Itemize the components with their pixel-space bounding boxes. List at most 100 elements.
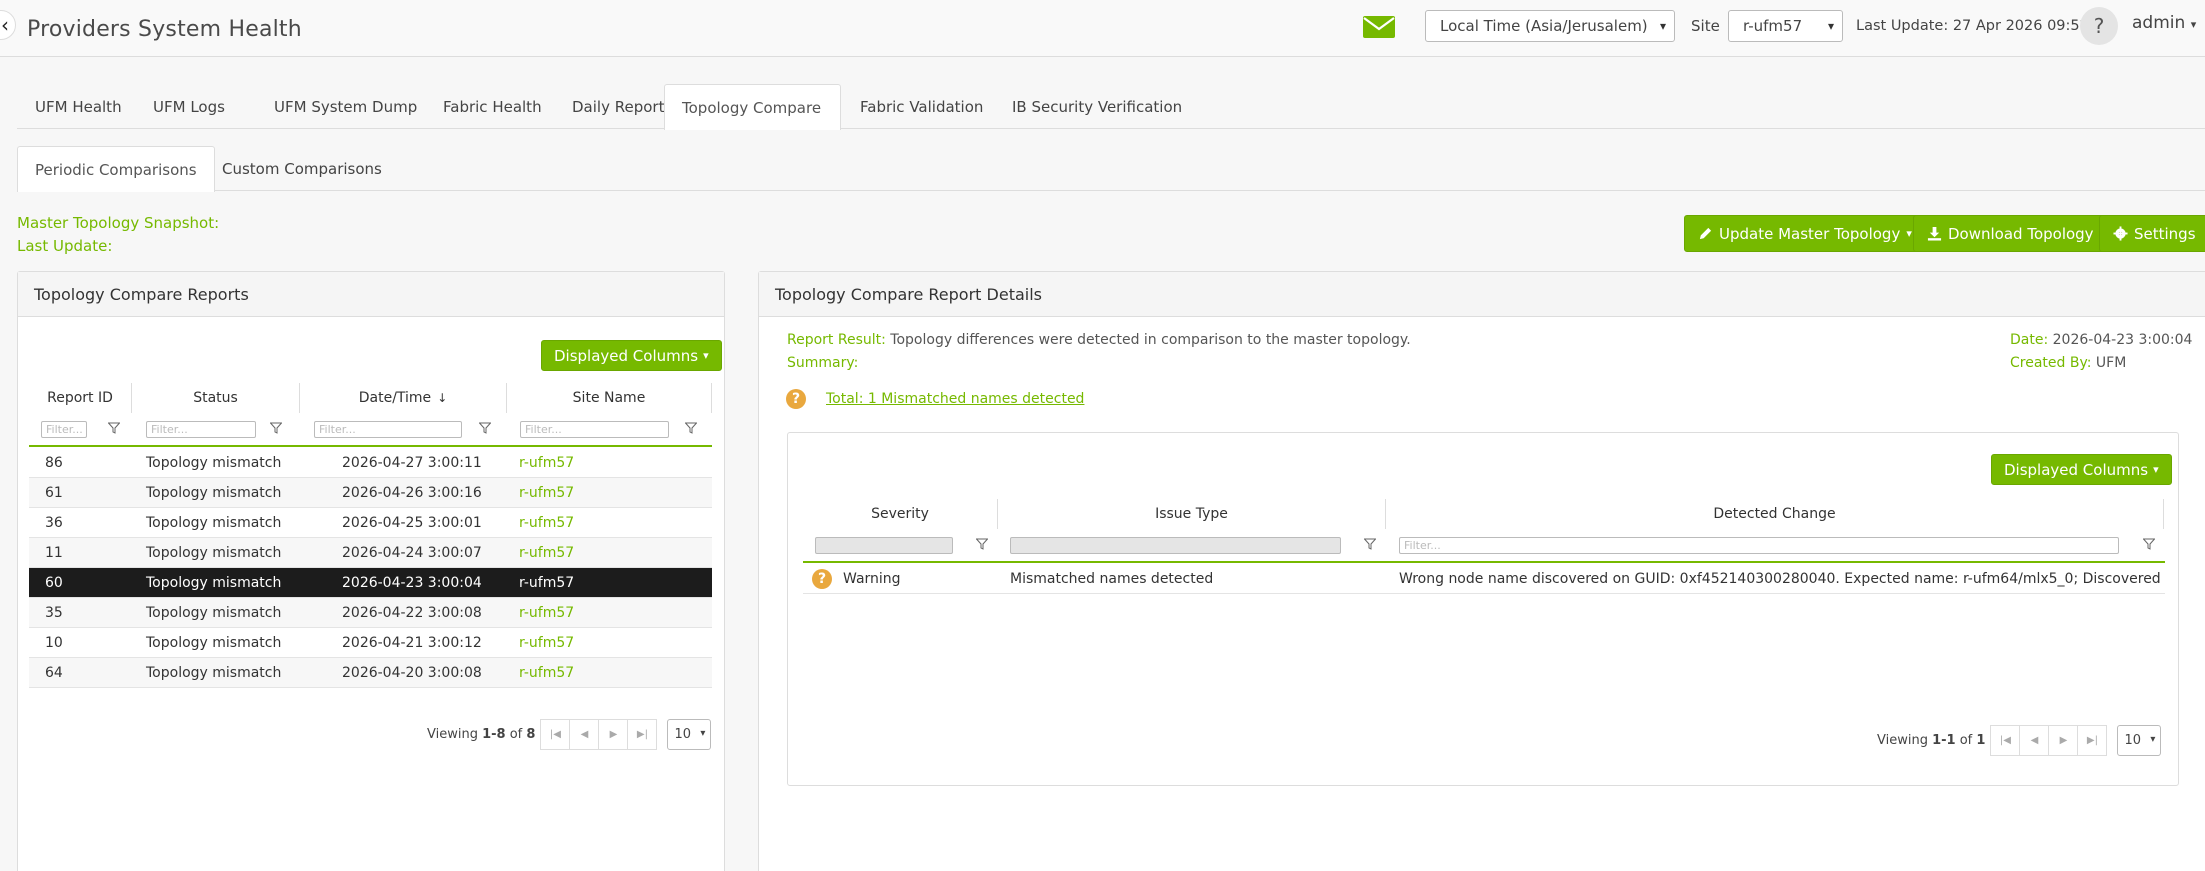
cell-date-time: 2026-04-25 3:00:01 xyxy=(342,515,482,531)
filter-input-report-id[interactable]: Filter... xyxy=(41,421,87,438)
settings-label: Settings xyxy=(2134,224,2196,243)
displayed-columns-label: Displayed Columns xyxy=(554,346,699,365)
sub-tabs: Periodic Comparisons Custom Comparisons xyxy=(17,146,2205,192)
filter-input-severity[interactable] xyxy=(815,537,953,554)
table-row[interactable]: 35 Topology mismatch 2026-04-22 3:00:08 … xyxy=(29,598,712,628)
table-row[interactable]: 11 Topology mismatch 2026-04-24 3:00:07 … xyxy=(29,538,712,568)
report-result-text: Topology differences were detected in co… xyxy=(890,332,1411,348)
page-size-select[interactable]: 10 ▾ xyxy=(2117,725,2162,756)
reports-panel: Topology Compare Reports Displayed Colum… xyxy=(17,271,725,871)
filter-icon[interactable] xyxy=(479,422,491,434)
cell-status: Topology mismatch xyxy=(146,575,282,591)
prev-page-icon[interactable]: ◀ xyxy=(2019,725,2050,756)
gear-icon xyxy=(2113,226,2128,241)
issues-grid-header: Severity Issue Type Detected Change xyxy=(803,499,2165,529)
tab-ufm-system-dump[interactable]: UFM System Dump xyxy=(256,84,435,129)
site-value: r-ufm57 xyxy=(1743,17,1803,35)
tab-ufm-health[interactable]: UFM Health xyxy=(17,84,140,129)
timezone-select[interactable]: Local Time (Asia/Jerusalem) ▾ xyxy=(1425,10,1675,42)
table-row-selected[interactable]: 60 Topology mismatch 2026-04-23 3:00:04 … xyxy=(29,568,712,598)
cell-site-name[interactable]: r-ufm57 xyxy=(519,658,574,688)
filter-icon[interactable] xyxy=(2143,538,2155,550)
column-header-date-time[interactable]: Date/Time ↓ xyxy=(300,383,507,413)
reports-pager: Viewing 1-8 of 8 |◀ ◀ ▶ ▶| 10 ▾ xyxy=(427,719,712,750)
cell-date-time: 2026-04-23 3:00:04 xyxy=(342,575,482,591)
column-header-status[interactable]: Status xyxy=(132,383,300,413)
column-header-issue-type[interactable]: Issue Type xyxy=(998,499,1386,529)
first-page-icon[interactable]: |◀ xyxy=(1990,725,2021,756)
site-select[interactable]: r-ufm57 ▾ xyxy=(1728,10,1843,42)
cell-site-name[interactable]: r-ufm57 xyxy=(519,598,574,628)
column-header-detected-change[interactable]: Detected Change xyxy=(1386,499,2164,529)
table-row[interactable]: 64 Topology mismatch 2026-04-20 3:00:08 … xyxy=(29,658,712,688)
summary-label: Summary: xyxy=(787,355,859,371)
filter-input-site-name[interactable]: Filter... xyxy=(520,421,669,438)
cell-site-name[interactable]: r-ufm57 xyxy=(519,628,574,658)
cell-date-time: 2026-04-24 3:00:07 xyxy=(342,545,482,561)
column-header-site-name[interactable]: Site Name xyxy=(507,383,712,413)
report-result-label: Report Result: xyxy=(787,332,886,348)
cell-site-name[interactable]: r-ufm57 xyxy=(519,538,574,568)
cell-site-name[interactable]: r-ufm57 xyxy=(519,448,574,478)
table-row[interactable]: 61 Topology mismatch 2026-04-26 3:00:16 … xyxy=(29,478,712,508)
tab-custom-comparisons[interactable]: Custom Comparisons xyxy=(204,146,400,191)
report-details-panel-title: Topology Compare Report Details xyxy=(759,272,2205,317)
help-button[interactable]: ? xyxy=(2080,7,2118,45)
page-size-select[interactable]: 10 ▾ xyxy=(667,719,712,750)
chevron-down-icon: ▾ xyxy=(703,349,709,362)
cell-date-time: 2026-04-22 3:00:08 xyxy=(342,605,482,621)
next-page-icon[interactable]: ▶ xyxy=(598,719,629,750)
cell-site-name[interactable]: r-ufm57 xyxy=(519,478,574,508)
download-label: Download Topology xyxy=(1948,224,2094,243)
settings-button[interactable]: Settings xyxy=(2099,215,2205,252)
filter-icon[interactable] xyxy=(976,538,988,550)
cell-date-time: 2026-04-20 3:00:08 xyxy=(342,665,482,681)
pager-viewing-text: Viewing 1-8 of 8 xyxy=(427,727,536,742)
update-master-label: Update Master Topology xyxy=(1719,224,1901,243)
filter-icon[interactable] xyxy=(685,422,697,434)
chevron-down-icon: ▾ xyxy=(1906,227,1912,240)
last-page-icon[interactable]: ▶| xyxy=(627,719,658,750)
cell-site-name[interactable]: r-ufm57 xyxy=(519,568,574,598)
mail-icon[interactable] xyxy=(1363,16,1395,38)
back-button[interactable]: ‹ xyxy=(0,10,16,40)
update-master-topology-button[interactable]: Update Master Topology ▾ xyxy=(1684,215,1926,252)
tab-ib-security-verification[interactable]: IB Security Verification xyxy=(994,84,1200,129)
filter-input-detected-change[interactable]: Filter... xyxy=(1399,537,2119,554)
user-name: admin xyxy=(2132,13,2186,33)
column-header-report-id[interactable]: Report ID xyxy=(29,383,132,413)
next-page-icon[interactable]: ▶ xyxy=(2048,725,2079,756)
tab-topology-compare[interactable]: Topology Compare xyxy=(664,84,841,130)
displayed-columns-button[interactable]: Displayed Columns ▾ xyxy=(1991,454,2172,485)
column-header-severity[interactable]: Severity xyxy=(803,499,998,529)
tab-fabric-health[interactable]: Fabric Health xyxy=(425,84,560,129)
filter-icon[interactable] xyxy=(108,422,120,434)
cell-date-time: 2026-04-21 3:00:12 xyxy=(342,635,482,651)
table-row[interactable]: 86 Topology mismatch 2026-04-27 3:00:11 … xyxy=(29,448,712,478)
last-page-icon[interactable]: ▶| xyxy=(2077,725,2108,756)
filter-icon[interactable] xyxy=(270,422,282,434)
filter-input-issue-type[interactable] xyxy=(1010,537,1341,554)
created-by-label: Created By: xyxy=(2010,355,2092,371)
prev-page-icon[interactable]: ◀ xyxy=(569,719,600,750)
download-topology-button[interactable]: Download Topology xyxy=(1913,215,2108,252)
user-menu[interactable]: admin ▾ xyxy=(2132,13,2196,33)
cell-issue-type: Mismatched names detected xyxy=(1010,571,1214,587)
chevron-down-icon: ▾ xyxy=(1827,19,1834,33)
cell-report-id: 60 xyxy=(45,575,63,591)
displayed-columns-button[interactable]: Displayed Columns ▾ xyxy=(541,340,722,371)
table-row[interactable]: ? Warning Mismatched names detected Wron… xyxy=(803,564,2165,594)
cell-detected-change: Wrong node name discovered on GUID: 0xf4… xyxy=(1399,571,2161,587)
tab-periodic-comparisons[interactable]: Periodic Comparisons xyxy=(17,146,215,192)
tab-ufm-logs[interactable]: UFM Logs xyxy=(135,84,243,129)
filter-input-status[interactable]: Filter... xyxy=(146,421,256,438)
filter-input-date-time[interactable]: Filter... xyxy=(314,421,462,438)
table-row[interactable]: 36 Topology mismatch 2026-04-25 3:00:01 … xyxy=(29,508,712,538)
total-mismatch-link[interactable]: Total: 1 Mismatched names detected xyxy=(826,391,1084,407)
warning-icon: ? xyxy=(812,569,832,589)
tab-fabric-validation[interactable]: Fabric Validation xyxy=(842,84,1001,129)
table-row[interactable]: 10 Topology mismatch 2026-04-21 3:00:12 … xyxy=(29,628,712,658)
cell-site-name[interactable]: r-ufm57 xyxy=(519,508,574,538)
first-page-icon[interactable]: |◀ xyxy=(540,719,571,750)
filter-icon[interactable] xyxy=(1364,538,1376,550)
